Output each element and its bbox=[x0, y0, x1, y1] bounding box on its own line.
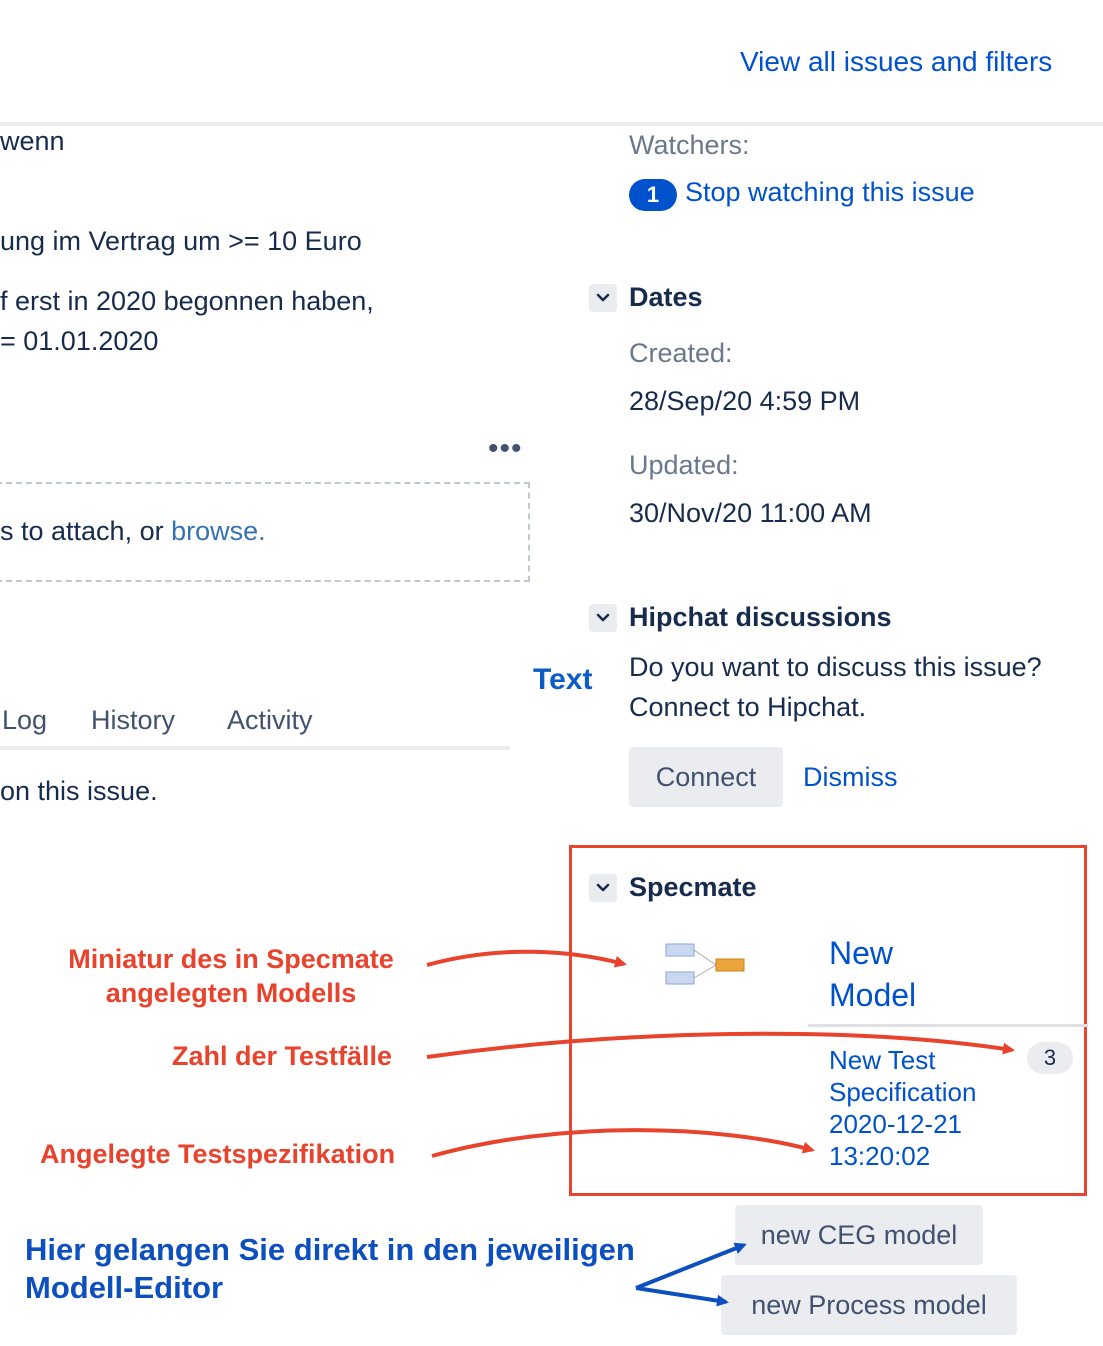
arrow-angelegte bbox=[431, 1128, 815, 1158]
annotation-arrows bbox=[426, 949, 1015, 1307]
arrow-zahl bbox=[426, 1031, 1015, 1059]
arrow-miniatur bbox=[426, 949, 627, 968]
arrow-ceg bbox=[635, 1242, 747, 1290]
arrow-process bbox=[635, 1286, 729, 1307]
